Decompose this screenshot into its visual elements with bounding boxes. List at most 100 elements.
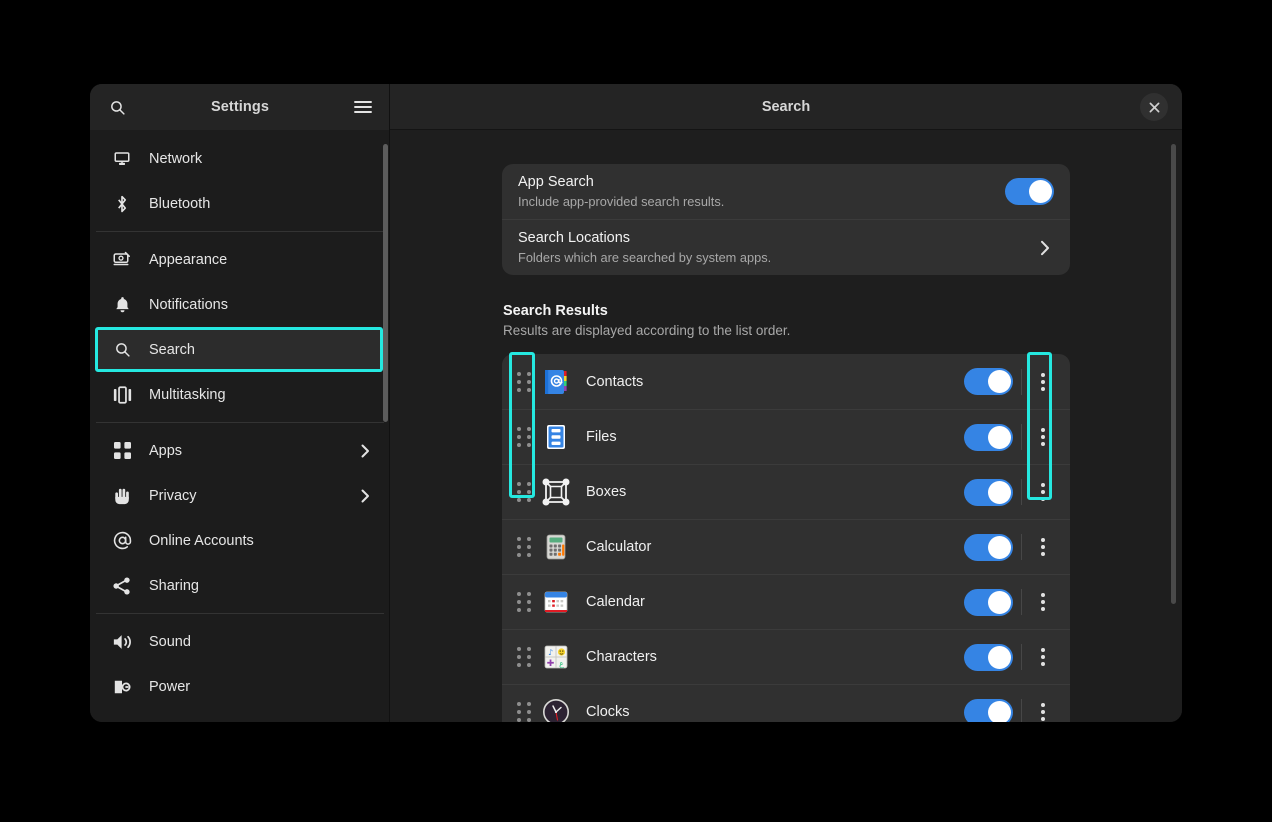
appearance-icon xyxy=(112,250,132,270)
sidebar-item-notifications[interactable]: Notifications xyxy=(96,282,384,327)
sidebar-item-appearance[interactable]: Appearance xyxy=(96,237,384,282)
three-dot-menu-icon[interactable] xyxy=(1030,420,1056,454)
bluetooth-icon xyxy=(112,194,132,214)
content-scrollbar[interactable] xyxy=(1171,144,1176,604)
grid-icon xyxy=(112,441,132,461)
search-settings-card: App Search Include app-provided search r… xyxy=(502,164,1070,275)
multitasking-icon xyxy=(112,385,132,405)
contacts-app-icon xyxy=(542,368,570,396)
sidebar-item-online-accounts[interactable]: Online Accounts xyxy=(96,518,384,563)
divider xyxy=(1021,589,1022,615)
three-dot-menu-icon[interactable] xyxy=(1030,530,1056,564)
app-name: Calculator xyxy=(586,539,964,555)
divider xyxy=(1021,424,1022,450)
three-dot-menu-icon[interactable] xyxy=(1030,640,1056,674)
sidebar-item-label: Online Accounts xyxy=(149,533,372,549)
app-toggle[interactable] xyxy=(964,534,1013,561)
drag-handle-icon[interactable] xyxy=(512,532,536,562)
table-row[interactable]: Calculator xyxy=(502,519,1070,574)
app-toggle[interactable] xyxy=(964,479,1013,506)
drag-handle-icon[interactable] xyxy=(512,422,536,452)
svg-text:ع: ع xyxy=(559,659,564,668)
sidebar-item-label: Apps xyxy=(149,443,358,459)
search-locations-title: Search Locations xyxy=(518,229,1036,248)
app-toggle[interactable] xyxy=(964,368,1013,395)
svg-text:♪: ♪ xyxy=(548,648,553,657)
app-name: Contacts xyxy=(586,374,964,390)
search-results-heading: Search Results xyxy=(503,303,1070,319)
table-row[interactable]: Boxes xyxy=(502,464,1070,519)
table-row[interactable]: Clocks xyxy=(502,684,1070,722)
sidebar-item-bluetooth[interactable]: Bluetooth xyxy=(96,181,384,226)
chevron-right-icon[interactable] xyxy=(1036,239,1054,257)
search-results-description: Results are displayed according to the l… xyxy=(503,323,1070,338)
hamburger-menu-icon[interactable] xyxy=(348,92,378,122)
sidebar-item-label: Network xyxy=(149,151,372,167)
app-search-toggle[interactable] xyxy=(1005,178,1054,205)
search-results-list: Contacts xyxy=(502,354,1070,722)
table-row[interactable]: Calendar xyxy=(502,574,1070,629)
three-dot-menu-icon[interactable] xyxy=(1030,695,1056,722)
sidebar-item-apps[interactable]: Apps xyxy=(96,428,384,473)
drag-handle-icon[interactable] xyxy=(512,587,536,617)
clocks-app-icon xyxy=(542,698,570,722)
sidebar-item-label: Notifications xyxy=(149,297,372,313)
app-search-subtitle: Include app-provided search results. xyxy=(518,193,1005,210)
sidebar-item-label: Sound xyxy=(149,634,372,650)
sidebar-item-power[interactable]: Power xyxy=(96,664,384,709)
table-row[interactable]: ♪ ✚ ع Characters xyxy=(502,629,1070,684)
close-icon[interactable] xyxy=(1140,93,1168,121)
bell-icon xyxy=(112,295,132,315)
share-icon xyxy=(112,576,132,596)
calendar-app-icon xyxy=(542,588,570,616)
sidebar-item-sound[interactable]: Sound xyxy=(96,619,384,664)
sidebar-item-label: Multitasking xyxy=(149,387,372,403)
sidebar-item-label: Sharing xyxy=(149,578,372,594)
sidebar-item-search[interactable]: Search xyxy=(96,327,384,372)
sidebar-header: Settings xyxy=(90,84,390,130)
page-title: Search xyxy=(762,99,810,115)
content-header: Search xyxy=(390,84,1182,130)
characters-app-icon: ♪ ✚ ع xyxy=(542,643,570,671)
search-icon[interactable] xyxy=(102,92,132,122)
three-dot-menu-icon[interactable] xyxy=(1030,365,1056,399)
drag-handle-icon[interactable] xyxy=(512,367,536,397)
three-dot-menu-icon[interactable] xyxy=(1030,475,1056,509)
search-locations-row[interactable]: Search Locations Folders which are searc… xyxy=(502,219,1070,275)
app-toggle[interactable] xyxy=(964,424,1013,451)
sidebar-divider xyxy=(96,422,384,423)
drag-handle-icon[interactable] xyxy=(512,477,536,507)
content-pane: Search App Search Include app-provided s… xyxy=(390,84,1182,722)
sidebar-title: Settings xyxy=(132,99,348,115)
power-plug-icon xyxy=(112,677,132,697)
chevron-right-icon xyxy=(358,489,372,503)
drag-handle-icon[interactable] xyxy=(512,642,536,672)
sidebar: Settings Network xyxy=(90,84,390,722)
app-toggle[interactable] xyxy=(964,644,1013,671)
app-name: Boxes xyxy=(586,484,964,500)
chevron-right-icon xyxy=(358,444,372,458)
settings-window: Settings Network xyxy=(90,84,1182,722)
app-search-row[interactable]: App Search Include app-provided search r… xyxy=(502,164,1070,219)
sidebar-divider xyxy=(96,613,384,614)
divider xyxy=(1021,644,1022,670)
app-toggle[interactable] xyxy=(964,589,1013,616)
sidebar-divider xyxy=(96,231,384,232)
divider xyxy=(1021,479,1022,505)
app-toggle[interactable] xyxy=(964,699,1013,723)
boxes-app-icon xyxy=(542,478,570,506)
table-row[interactable]: Contacts xyxy=(502,354,1070,409)
app-name: Clocks xyxy=(586,704,964,720)
svg-text:✚: ✚ xyxy=(547,659,555,669)
sidebar-item-multitasking[interactable]: Multitasking xyxy=(96,372,384,417)
sidebar-item-sharing[interactable]: Sharing xyxy=(96,563,384,608)
sidebar-item-network[interactable]: Network xyxy=(96,136,384,181)
sidebar-item-privacy[interactable]: Privacy xyxy=(96,473,384,518)
drag-handle-icon[interactable] xyxy=(512,697,536,722)
app-name: Calendar xyxy=(586,594,964,610)
table-row[interactable]: Files xyxy=(502,409,1070,464)
divider xyxy=(1021,699,1022,722)
sidebar-scrollbar[interactable] xyxy=(383,144,388,422)
three-dot-menu-icon[interactable] xyxy=(1030,585,1056,619)
divider xyxy=(1021,534,1022,560)
